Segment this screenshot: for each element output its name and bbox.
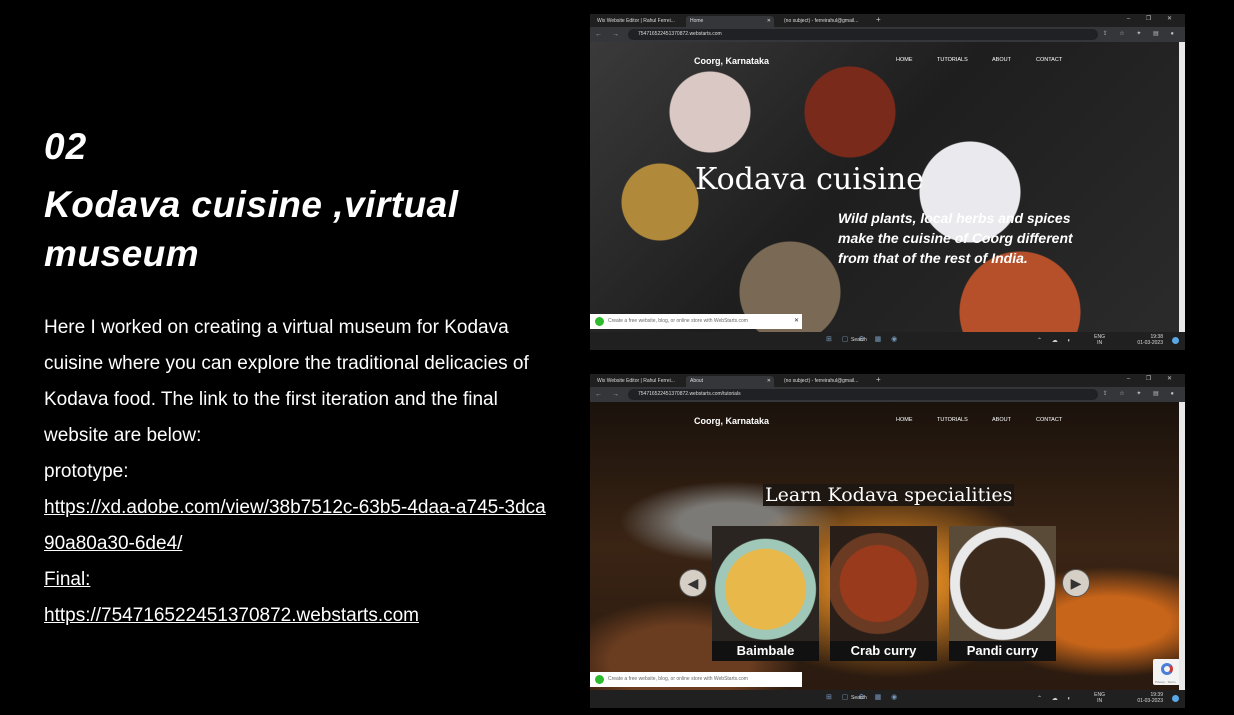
webstarts-logo-icon [595, 675, 604, 684]
carousel-prev-icon[interactable]: ◀ [679, 569, 707, 597]
final-label: Final: [44, 569, 91, 590]
tab-label: Home [690, 18, 704, 24]
dish-image [830, 526, 937, 641]
hero-section: Coorg, Karnataka HOME TUTORIALS ABOUT CO… [590, 42, 1185, 332]
nav-home[interactable]: HOME [896, 417, 913, 423]
hero-subtitle: Wild plants, local herbs and spices make… [838, 210, 1073, 266]
region-label: IN [1097, 698, 1103, 704]
close-icon[interactable]: ✕ [794, 314, 799, 329]
windows-taskbar: ⊞ ▢ ⚙ ▦ ◉ Search ⌃ ☁ ◐ ENG IN 19:39 01-03-… [590, 690, 1185, 708]
description-text: Here I worked on creating a virtual muse… [44, 317, 529, 446]
extension-icons[interactable]: ⇪ ☆ ✦ ▤ ● [1103, 30, 1179, 37]
scrollbar[interactable] [1179, 402, 1185, 690]
nav-contact[interactable]: CONTACT [1036, 417, 1062, 423]
dish-image [712, 526, 819, 641]
tab-gmail[interactable]: (no subject) - ferreirahul@gmail... [780, 376, 880, 387]
prototype-link[interactable]: https://xd.adobe.com/view/38b7512c-63b5-… [44, 490, 554, 562]
window-controls[interactable]: – ❐ ✕ [1127, 375, 1179, 382]
nav-tutorials[interactable]: TUTORIALS [937, 57, 968, 63]
browser-url-bar: ← → ↻ 754716522451370872.webstarts.com ⇪… [590, 27, 1185, 42]
tab-label: About [690, 378, 704, 384]
dish-card-pandi-curry[interactable]: Pandi curry [949, 526, 1056, 661]
tab-label: Wix Website Editor | Rahul Ferrei... [597, 378, 675, 384]
banner-text: Create a free website, blog, or online s… [608, 676, 748, 682]
new-tab-button[interactable]: + [876, 375, 881, 384]
language-indicator[interactable]: ENG IN [1094, 334, 1105, 346]
banner-text: Create a free website, blog, or online s… [608, 318, 748, 324]
screenshot-tutorials: Wix Website Editor | Rahul Ferrei... Abo… [590, 374, 1185, 708]
close-icon[interactable]: ✕ [767, 16, 771, 27]
tray-icons[interactable]: ⌃ ☁ ◐ [1037, 337, 1075, 344]
webstarts-logo-icon [595, 317, 604, 326]
section-title: Kodava cuisine ,virtual museum [44, 184, 459, 274]
clock-date: 01-03-2023 [1137, 698, 1163, 704]
specialities-heading: Learn Kodava specialities [763, 484, 1015, 506]
webstarts-banner[interactable]: Create a free website, blog, or online s… [590, 672, 802, 687]
prototype-label: prototype: [44, 461, 129, 482]
site-logo[interactable]: Coorg, Karnataka [694, 416, 769, 426]
notification-icon[interactable] [1172, 337, 1179, 344]
clock[interactable]: 19:38 01-03-2023 [1137, 334, 1163, 346]
browser-tab-bar: Wix Website Editor | Rahul Ferrei... Hom… [590, 14, 1185, 27]
dish-image [949, 526, 1056, 641]
webstarts-banner[interactable]: Create a free website, blog, or online s… [590, 314, 802, 329]
recaptcha-badge[interactable]: Privacy - Terms [1153, 659, 1181, 685]
extension-icons[interactable]: ⇪ ☆ ✦ ▤ ● [1103, 390, 1179, 397]
hero-title: Kodava cuisine [695, 162, 924, 197]
clock-date: 01-03-2023 [1137, 340, 1163, 346]
browser-url-bar: ← → ↻ 754716522451370872.webstarts.com/t… [590, 387, 1185, 402]
taskbar-search[interactable]: Search [851, 695, 867, 701]
tab-wix-editor[interactable]: Wix Website Editor | Rahul Ferrei... [593, 376, 681, 387]
clock[interactable]: 19:39 01-03-2023 [1137, 692, 1163, 704]
scrollbar[interactable] [1179, 42, 1185, 332]
tab-label: (no subject) - ferreirahul@gmail... [784, 18, 859, 24]
taskbar-search[interactable]: Search [851, 337, 867, 343]
language-indicator[interactable]: ENG IN [1094, 692, 1105, 704]
close-icon[interactable]: ✕ [767, 376, 771, 387]
nav-about[interactable]: ABOUT [992, 57, 1011, 63]
browser-tab-bar: Wix Website Editor | Rahul Ferrei... Abo… [590, 374, 1185, 387]
nav-contact[interactable]: CONTACT [1036, 57, 1062, 63]
nav-tutorials[interactable]: TUTORIALS [937, 417, 968, 423]
final-website-link[interactable]: https://754716522451370872.webstarts.com [44, 598, 554, 634]
windows-taskbar: ⊞ ▢ ⚙ ▦ ◉ Search ⌃ ☁ ◐ ENG IN 19:38 01-03-… [590, 332, 1185, 350]
dish-card-crab-curry[interactable]: Crab curry [830, 526, 937, 661]
tab-about[interactable]: About ✕ [686, 376, 774, 387]
nav-about[interactable]: ABOUT [992, 417, 1011, 423]
notification-icon[interactable] [1172, 695, 1179, 702]
dish-name: Baimbale [712, 641, 819, 661]
dish-name: Crab curry [830, 641, 937, 661]
tutorials-section: Coorg, Karnataka HOME TUTORIALS ABOUT CO… [590, 402, 1185, 690]
tab-wix-editor[interactable]: Wix Website Editor | Rahul Ferrei... [593, 16, 681, 27]
nav-home[interactable]: HOME [896, 57, 913, 63]
tab-home[interactable]: Home ✕ [686, 16, 774, 27]
tab-label: Wix Website Editor | Rahul Ferrei... [597, 18, 675, 24]
dish-card-baimbale[interactable]: Baimbale [712, 526, 819, 661]
section-description-block: Here I worked on creating a virtual muse… [44, 310, 554, 634]
new-tab-button[interactable]: + [876, 15, 881, 24]
window-controls[interactable]: – ❐ ✕ [1127, 15, 1179, 22]
recaptcha-label: Privacy - Terms [1155, 680, 1176, 684]
tab-label: (no subject) - ferreirahul@gmail... [784, 378, 859, 384]
tray-icons[interactable]: ⌃ ☁ ◐ [1037, 695, 1075, 702]
carousel-next-icon[interactable]: ▶ [1062, 569, 1090, 597]
address-input[interactable]: 754716522451370872.webstarts.com [628, 29, 1098, 40]
dish-name: Pandi curry [949, 641, 1056, 661]
address-input[interactable]: 754716522451370872.webstarts.com/tutoria… [628, 389, 1098, 400]
tab-gmail[interactable]: (no subject) - ferreirahul@gmail... [780, 16, 880, 27]
site-logo[interactable]: Coorg, Karnataka [694, 56, 769, 66]
screenshot-home: Wix Website Editor | Rahul Ferrei... Hom… [590, 14, 1185, 350]
region-label: IN [1097, 340, 1103, 346]
section-number: 02 [44, 126, 88, 167]
